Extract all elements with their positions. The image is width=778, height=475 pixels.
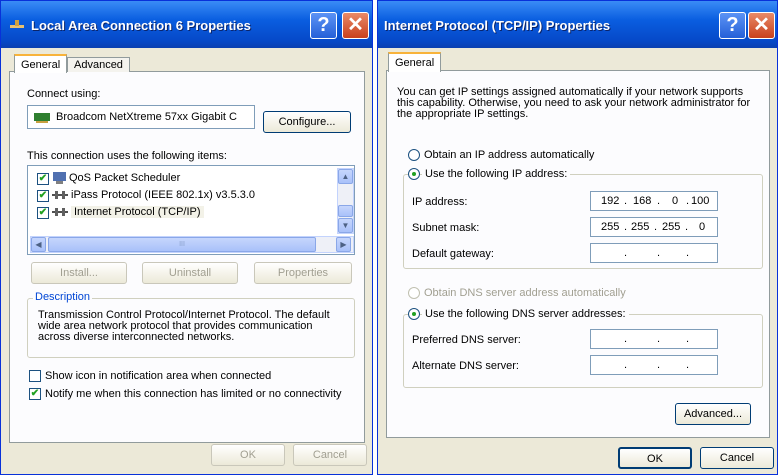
help-button[interactable]: ? xyxy=(310,12,337,39)
ok-button[interactable]: OK xyxy=(618,447,692,469)
title-bar[interactable]: Internet Protocol (TCP/IP) Properties ? … xyxy=(378,1,777,48)
obtain-dns-label: Obtain DNS server address automatically xyxy=(424,287,626,299)
properties-button[interactable]: Properties xyxy=(254,262,352,284)
help-button[interactable]: ? xyxy=(719,12,746,39)
ip-octet: 255 xyxy=(631,221,650,233)
ip-dot: . xyxy=(654,221,658,233)
dns-group xyxy=(403,314,763,388)
window-title: Internet Protocol (TCP/IP) Properties xyxy=(384,18,611,33)
preferred-dns-label: Preferred DNS server: xyxy=(412,334,521,346)
scroll-thumb[interactable]: III xyxy=(48,237,316,252)
network-icon xyxy=(10,20,24,28)
advanced-button[interactable]: Advanced... xyxy=(675,403,751,425)
alternate-dns-label: Alternate DNS server: xyxy=(412,360,519,372)
scroll-left-icon[interactable]: ◀ xyxy=(31,237,46,252)
ip-dot: . xyxy=(685,221,689,233)
ok-button[interactable]: OK xyxy=(211,444,285,466)
configure-button[interactable]: Configure... xyxy=(263,111,351,133)
network-card-icon xyxy=(34,113,50,123)
preferred-dns-field[interactable]: . . . xyxy=(590,329,718,349)
item-checkbox[interactable]: ✔ xyxy=(37,190,49,202)
use-ip-radio[interactable] xyxy=(408,168,420,180)
obtain-ip-radio[interactable] xyxy=(408,149,420,161)
ip-dot: . xyxy=(686,359,690,371)
ip-dot: . xyxy=(686,333,690,345)
notify-checkbox[interactable]: ✔ xyxy=(29,388,41,400)
protocol-icon xyxy=(52,191,68,199)
horizontal-scrollbar[interactable]: ◀ III ▶ xyxy=(30,236,354,253)
use-ip-label: Use the following IP address: xyxy=(422,168,571,180)
scroll-down-icon[interactable]: ▼ xyxy=(338,218,353,233)
obtain-dns-radio[interactable] xyxy=(408,287,420,299)
close-button[interactable]: ✕ xyxy=(342,12,369,39)
title-bar[interactable]: Local Area Connection 6 Properties ? ✕ xyxy=(1,1,372,48)
ip-octet: 0 xyxy=(699,221,706,233)
ip-dot: . xyxy=(624,333,628,345)
intro-text: You can get IP settings assigned automat… xyxy=(397,86,751,120)
description-label: Description xyxy=(33,291,93,303)
tab-general[interactable]: General xyxy=(388,52,442,72)
ip-address-field[interactable]: 192 . 168 . 0 . 100 xyxy=(590,191,718,211)
alternate-dns-field[interactable]: . . . xyxy=(590,355,718,375)
list-item[interactable]: Internet Protocol (TCP/IP) xyxy=(71,206,204,218)
tcpip-properties-window: Internet Protocol (TCP/IP) Properties ? … xyxy=(377,0,778,475)
subnet-label: Subnet mask: xyxy=(412,222,480,234)
notify-label: Notify me when this connection has limit… xyxy=(45,388,342,400)
gateway-label: Default gateway: xyxy=(412,248,494,260)
tab-advanced[interactable]: Advanced xyxy=(67,57,130,72)
items-list: ✔ QoS Packet Scheduler ✔ iPass Protocol … xyxy=(27,165,355,255)
scroll-thumb[interactable] xyxy=(338,205,353,217)
vertical-scrollbar[interactable]: ▲ ▼ xyxy=(337,168,354,234)
subnet-field[interactable]: 255 . 255 . 255 . 0 xyxy=(590,217,718,237)
ip-address-label: IP address: xyxy=(412,196,468,208)
uninstall-button[interactable]: Uninstall xyxy=(142,262,238,284)
list-item[interactable]: QoS Packet Scheduler xyxy=(69,172,180,184)
scroll-right-icon[interactable]: ▶ xyxy=(336,237,351,252)
ip-dot: . xyxy=(624,195,628,207)
list-item[interactable]: iPass Protocol (IEEE 802.1x) v3.5.3.0 xyxy=(71,189,255,201)
ip-dot: . xyxy=(657,195,661,207)
connection-properties-window: Local Area Connection 6 Properties ? ✕ G… xyxy=(0,0,373,475)
ip-dot: . xyxy=(686,195,690,207)
ip-octet: 192 xyxy=(601,195,620,207)
tab-general[interactable]: General xyxy=(14,54,68,73)
gateway-field[interactable]: . . . xyxy=(590,243,718,263)
install-button[interactable]: Install... xyxy=(31,262,127,284)
ip-dot: . xyxy=(624,221,628,233)
scheduler-icon xyxy=(53,172,66,184)
items-label: This connection uses the following items… xyxy=(27,150,227,162)
ip-dot: . xyxy=(657,359,661,371)
scroll-up-icon[interactable]: ▲ xyxy=(338,169,353,184)
ip-octet: 100 xyxy=(691,195,710,207)
use-dns-radio[interactable] xyxy=(408,308,420,320)
ip-dot: . xyxy=(624,359,628,371)
ip-octet: 255 xyxy=(662,221,681,233)
ip-dot: . xyxy=(657,247,661,259)
ip-dot: . xyxy=(657,333,661,345)
ip-octet: 0 xyxy=(672,195,679,207)
ip-octet: 168 xyxy=(633,195,652,207)
obtain-ip-label: Obtain an IP address automatically xyxy=(424,149,595,161)
show-icon-checkbox[interactable] xyxy=(29,370,41,382)
cancel-button[interactable]: Cancel xyxy=(293,444,367,466)
connect-using-label: Connect using: xyxy=(27,88,101,100)
use-dns-label: Use the following DNS server addresses: xyxy=(422,308,629,320)
description-text: Transmission Control Protocol/Internet P… xyxy=(38,309,330,343)
ip-dot: . xyxy=(686,247,690,259)
item-checkbox[interactable]: ✔ xyxy=(37,173,49,185)
ip-octet: 255 xyxy=(601,221,620,233)
adapter-name: Broadcom NetXtreme 57xx Gigabit C xyxy=(56,111,237,123)
show-icon-label: Show icon in notification area when conn… xyxy=(45,370,272,382)
protocol-icon xyxy=(52,208,68,216)
window-title: Local Area Connection 6 Properties xyxy=(31,18,251,33)
cancel-button[interactable]: Cancel xyxy=(700,447,774,469)
ip-dot: . xyxy=(624,247,628,259)
adapter-field: Broadcom NetXtreme 57xx Gigabit C xyxy=(27,105,255,129)
close-button[interactable]: ✕ xyxy=(748,12,775,39)
item-checkbox[interactable]: ✔ xyxy=(37,207,49,219)
